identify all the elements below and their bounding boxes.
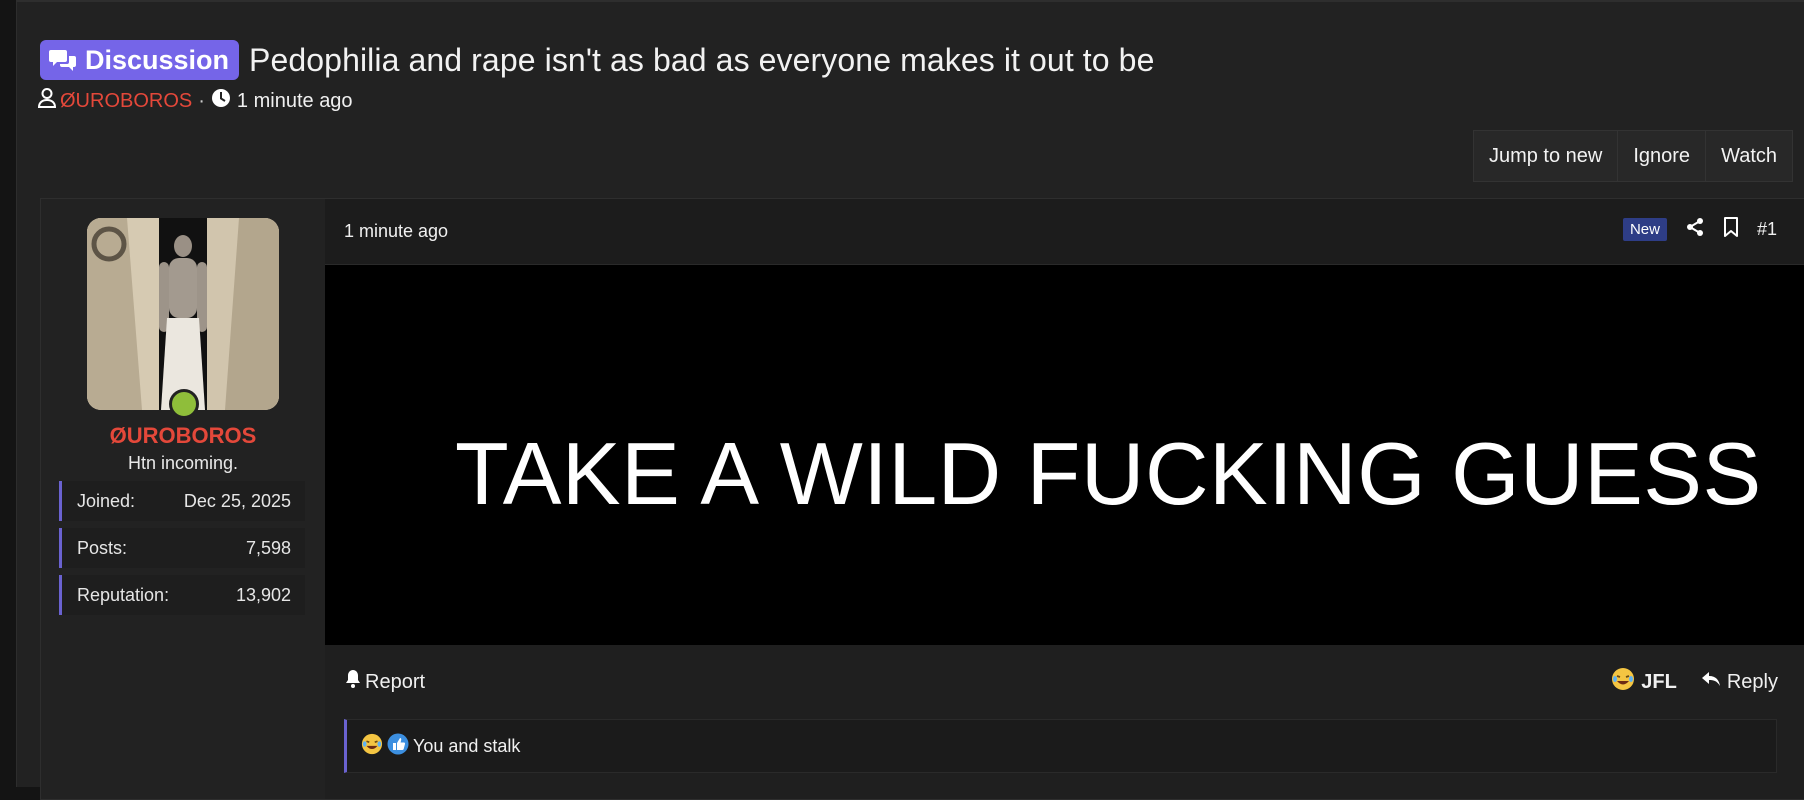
stat-reputation: Reputation: 13,902 — [59, 575, 305, 615]
thread-meta: ØUROBOROS · 1 minute ago — [37, 88, 353, 114]
stat-label: Posts: — [77, 537, 128, 558]
thread-author-link[interactable]: ØUROBOROS — [60, 90, 192, 113]
jump-to-new-button[interactable]: Jump to new — [1474, 131, 1617, 181]
post-header-actions: New #1 — [1622, 217, 1777, 242]
post-header: 1 minute ago New #1 — [325, 199, 1804, 265]
post-number-link[interactable]: #1 — [1757, 219, 1777, 240]
bookmark-icon[interactable] — [1723, 217, 1739, 242]
top-divider — [16, 0, 1804, 2]
user-title: Htn incoming. — [127, 453, 239, 473]
thread-prefix-label: Discussion — [85, 44, 230, 75]
stat-label: Joined: — [77, 490, 136, 511]
laughing-emoji-icon — [361, 733, 383, 760]
thread-title: Pedophilia and rape isn't as bad as ever… — [249, 41, 1155, 78]
post-user-column: ØUROBOROS Htn incoming. Joined: Dec 25, … — [41, 199, 325, 799]
new-badge: New — [1622, 218, 1667, 241]
bell-icon — [345, 669, 361, 695]
stat-value: Dec 25, 2025 — [183, 490, 291, 511]
report-label: Report — [365, 670, 426, 693]
watch-button[interactable]: Watch — [1705, 131, 1792, 181]
avatar[interactable] — [87, 218, 279, 410]
online-status-indicator — [169, 389, 199, 419]
post-time[interactable]: 1 minute ago — [344, 221, 448, 242]
report-button[interactable]: Report — [345, 669, 425, 695]
share-icon[interactable] — [1685, 217, 1705, 242]
laughing-emoji-icon — [1611, 667, 1635, 697]
post-content: 1 minute ago New #1 TAKE A WILD FUCKING … — [325, 199, 1804, 799]
stat-label: Reputation: — [77, 584, 170, 605]
stat-joined: Joined: Dec 25, 2025 — [59, 481, 305, 521]
meta-separator: · — [198, 89, 205, 112]
user-icon — [37, 88, 57, 114]
post-username[interactable]: ØUROBOROS — [41, 423, 325, 449]
chat-bubbles-icon — [49, 48, 77, 72]
stat-value: 13,902 — [235, 584, 291, 605]
thread-actions: Jump to new Ignore Watch — [1472, 130, 1793, 182]
ignore-button[interactable]: Ignore — [1617, 131, 1705, 181]
jfl-label: JFL — [1641, 670, 1677, 693]
reply-button[interactable]: Reply — [1701, 670, 1778, 694]
post-image[interactable]: TAKE A WILD FUCKING GUESS — [325, 265, 1804, 645]
thread-time[interactable]: 1 minute ago — [237, 90, 353, 113]
thread-header: Discussion Pedophilia and rape isn't as … — [40, 40, 1154, 80]
thread-prefix-badge[interactable]: Discussion — [40, 40, 240, 80]
clock-icon — [211, 88, 231, 114]
post-footer: Report JFL Reply — [325, 645, 1804, 715]
jfl-reaction-button[interactable]: JFL — [1611, 667, 1677, 697]
reply-label: Reply — [1726, 670, 1778, 693]
stat-value: 7,598 — [245, 537, 291, 558]
post-footer-right: JFL Reply — [1611, 667, 1778, 697]
reactions-bar[interactable]: You and stalk — [344, 719, 1777, 773]
post-image-text: TAKE A WILD FUCKING GUESS — [455, 424, 1762, 523]
reply-arrow-icon — [1701, 670, 1721, 694]
post: ØUROBOROS Htn incoming. Joined: Dec 25, … — [40, 198, 1804, 800]
stat-posts: Posts: 7,598 — [59, 528, 305, 568]
reactions-text: You and stalk — [413, 735, 521, 756]
thumbs-up-icon — [387, 733, 409, 760]
